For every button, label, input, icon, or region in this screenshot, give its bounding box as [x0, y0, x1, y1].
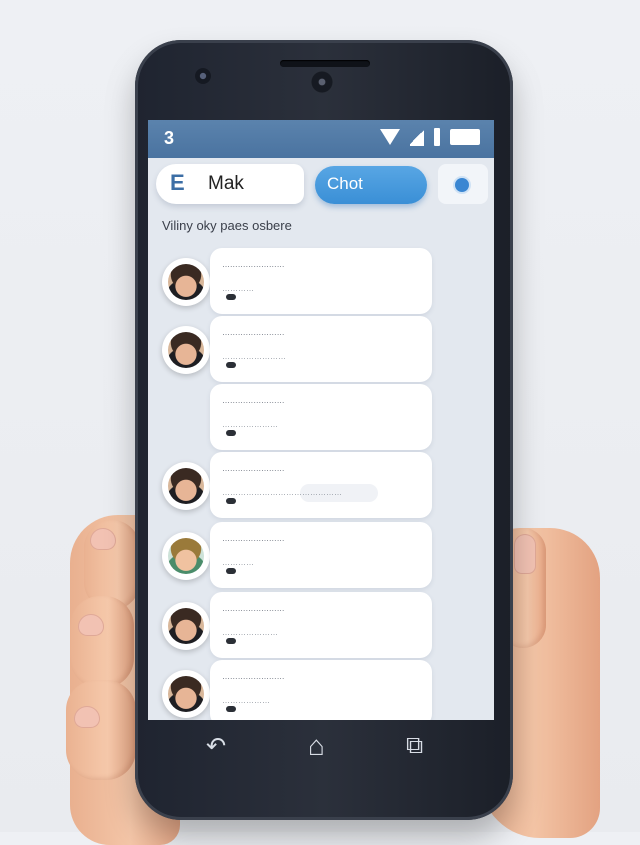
avatar[interactable] [162, 670, 210, 718]
chat-item[interactable]: …………………… ……………………………………… [148, 452, 494, 520]
avatar[interactable] [162, 602, 210, 650]
message-title: …………………… [222, 260, 285, 269]
chat-item[interactable]: …………………… ………… [148, 522, 494, 590]
sensor-icon [195, 68, 211, 84]
read-icon [226, 638, 236, 644]
search-field[interactable]: E Mak [156, 164, 304, 204]
read-icon [226, 430, 236, 436]
status-bar: 3 [148, 120, 494, 158]
chat-button[interactable]: Chot [315, 166, 427, 204]
message-preview: ………………… [222, 628, 278, 637]
read-icon [226, 568, 236, 574]
speaker-grille [280, 60, 370, 67]
message-card[interactable]: …………………… …………………… [210, 316, 432, 382]
chat-item[interactable]: …………………… ………………… [148, 592, 494, 660]
read-icon [226, 706, 236, 712]
chat-button-label: Chot [327, 174, 363, 193]
read-icon [226, 294, 236, 300]
message-card[interactable]: …………………… ………… [210, 248, 432, 314]
message-preview: ……………… [222, 696, 270, 705]
avatar[interactable] [162, 532, 210, 580]
finger [70, 596, 134, 688]
message-card[interactable]: …………………… ………………… [210, 384, 432, 450]
message-title: …………………… [222, 534, 285, 543]
message-preview: ………………… [222, 420, 278, 429]
home-nav-icon[interactable]: ⌂ [308, 730, 325, 762]
battery-icon [450, 129, 480, 145]
read-icon [226, 498, 236, 504]
section-title: Viliny oky paes osbere [162, 218, 292, 233]
message-title: …………………… [222, 604, 285, 613]
status-dot-button[interactable] [438, 164, 488, 204]
signal-bar-icon [434, 128, 440, 146]
message-preview: ………… [222, 284, 254, 293]
read-icon [226, 362, 236, 368]
screen: 3 E Mak Chot Viliny oky paes osbere …………… [148, 120, 494, 720]
front-camera-icon [310, 70, 334, 94]
recents-nav-icon[interactable]: ⧉ [406, 732, 423, 760]
phone: 3 E Mak Chot Viliny oky paes osbere …………… [135, 40, 513, 820]
message-card[interactable]: …………………… ……………………………………… [210, 452, 432, 518]
message-preview: ………… [222, 558, 254, 567]
chat-item[interactable]: …………………… ………… [148, 248, 494, 316]
message-card[interactable]: …………………… ………… [210, 522, 432, 588]
chat-item[interactable]: …………………… …………………… [148, 316, 494, 384]
wifi-icon [380, 129, 400, 145]
message-title: …………………… [222, 464, 285, 473]
back-nav-icon[interactable]: ↶ [206, 732, 226, 761]
message-title: …………………… [222, 328, 285, 337]
search-input[interactable]: Mak [208, 173, 244, 195]
message-title: …………………… [222, 396, 285, 405]
avatar[interactable] [162, 326, 210, 374]
avatar[interactable] [162, 258, 210, 306]
nav-bar: ↶ ⌂ ⧉ [148, 720, 494, 780]
message-preview: ……………………………………… [222, 488, 342, 497]
chat-item[interactable]: …………………… ……………… [148, 660, 494, 720]
finger [66, 680, 136, 780]
chat-item[interactable]: …………………… ………………… [148, 384, 494, 452]
message-title: …………………… [222, 672, 285, 681]
avatar[interactable] [162, 462, 210, 510]
message-card[interactable]: …………………… ……………… [210, 660, 432, 720]
status-number: 3 [164, 128, 175, 148]
dot-icon [455, 178, 469, 192]
signal-icon [410, 128, 424, 146]
message-preview: …………………… [222, 352, 286, 361]
top-bar: E Mak Chot [148, 158, 494, 210]
back-icon[interactable]: E [170, 170, 185, 196]
message-card[interactable]: …………………… ………………… [210, 592, 432, 658]
